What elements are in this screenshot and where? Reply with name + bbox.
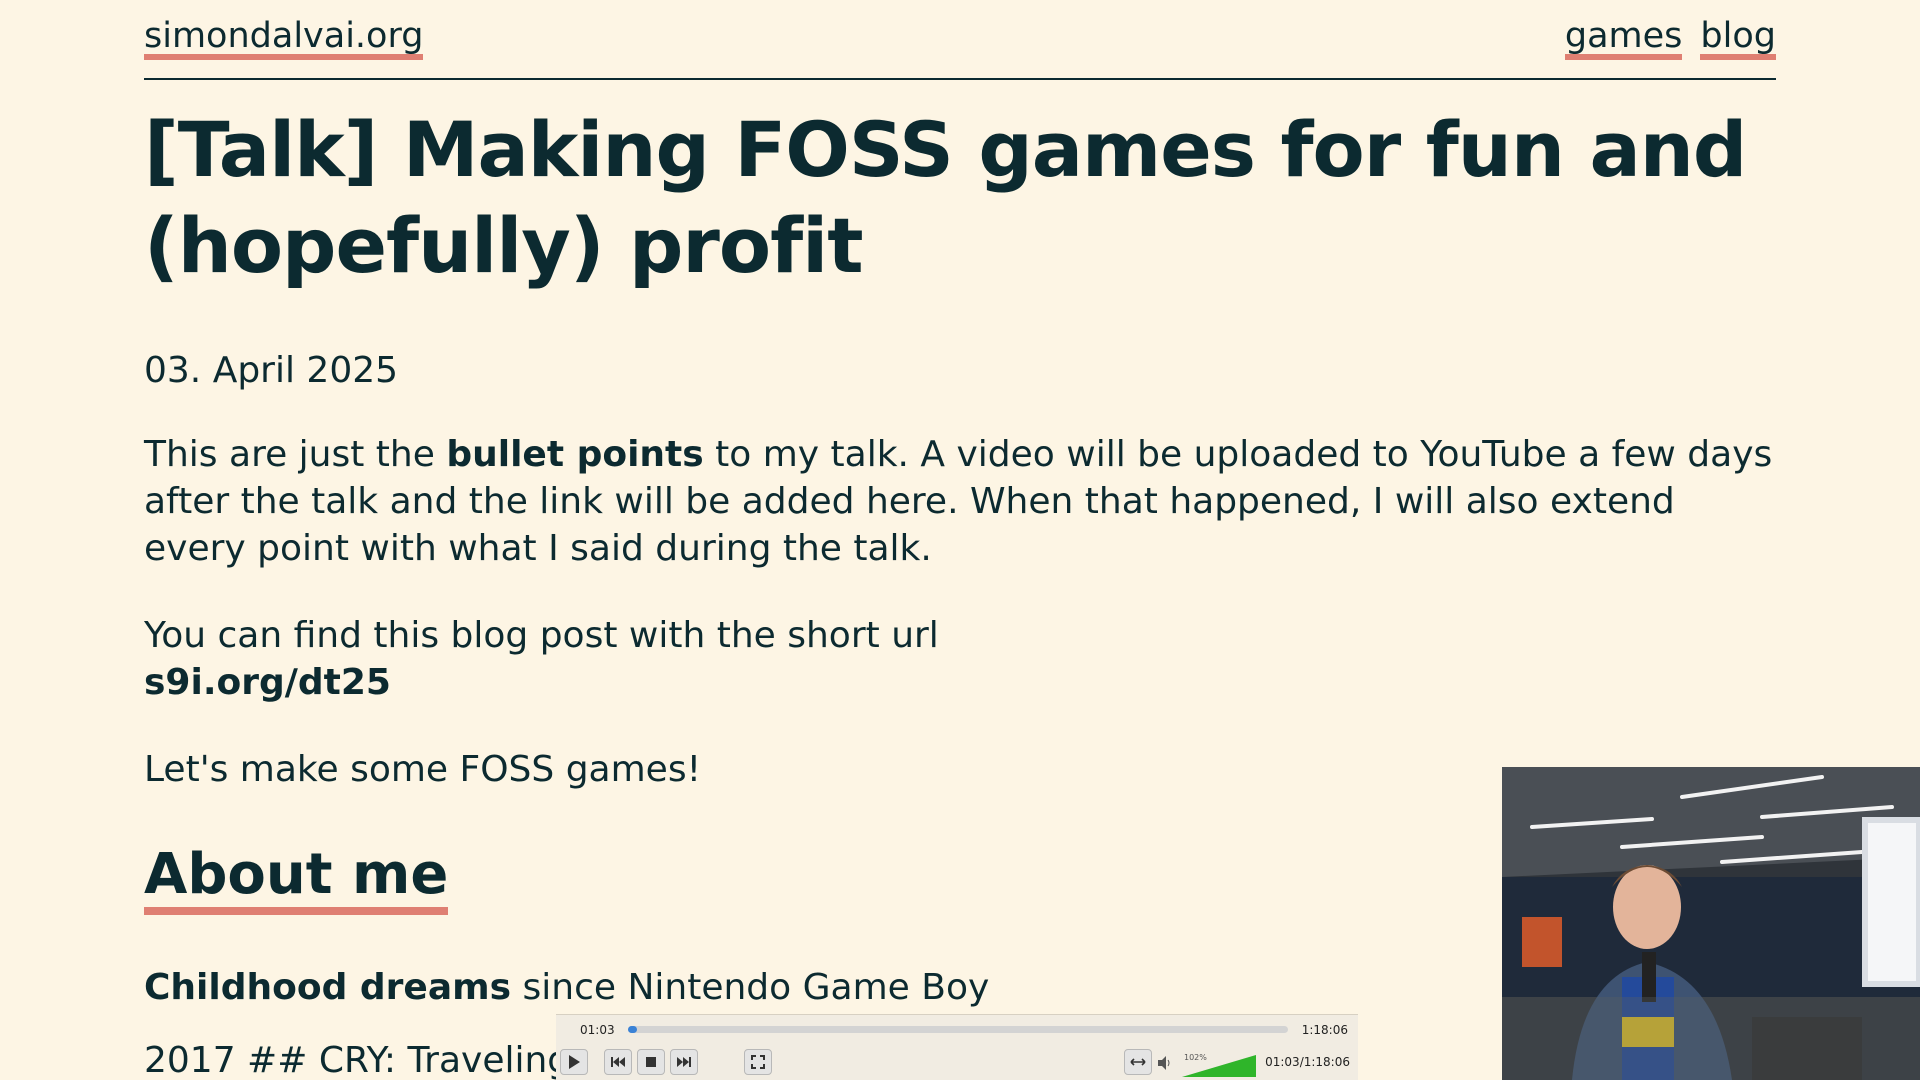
- previous-button[interactable]: [604, 1049, 632, 1075]
- stop-icon: [646, 1057, 656, 1067]
- play-button[interactable]: [560, 1049, 588, 1075]
- stop-button[interactable]: [637, 1049, 665, 1075]
- intro-paragraph: This are just the bullet points to my ta…: [144, 431, 1776, 572]
- time-readout: 01:03/1:18:06: [1265, 1055, 1350, 1069]
- skip-forward-icon: [677, 1057, 691, 1067]
- childhood-bold: Childhood dreams: [144, 967, 512, 1008]
- short-url-label: You can find this blog post with the sho…: [144, 615, 939, 656]
- current-time: 01:03: [580, 1023, 615, 1037]
- volume-slider[interactable]: [1182, 1055, 1256, 1077]
- stretch-icon: [1130, 1058, 1146, 1066]
- about-me-heading[interactable]: About me: [144, 843, 449, 915]
- site-home-link[interactable]: simondalvai.org: [144, 19, 424, 60]
- site-nav: games blog: [1564, 19, 1776, 60]
- aspect-ratio-button[interactable]: [1124, 1049, 1152, 1075]
- skip-back-icon: [611, 1057, 625, 1067]
- video-player-controls: 01:03 1:18:06 102% 01:03/1:18:06: [556, 1014, 1358, 1080]
- seek-bar[interactable]: [628, 1026, 1288, 1033]
- nav-blog-link[interactable]: blog: [1700, 19, 1776, 60]
- speaker-icon[interactable]: [1156, 1055, 1174, 1075]
- next-button[interactable]: [670, 1049, 698, 1075]
- nav-games-link[interactable]: games: [1564, 19, 1683, 60]
- page-title: [Talk] Making FOSS games for fun and (ho…: [144, 105, 1747, 290]
- intro-text-start: This are just the: [144, 434, 447, 475]
- intro-bold-text: bullet points: [446, 434, 704, 475]
- post-date: 03. April 2025: [144, 350, 399, 391]
- short-url-link[interactable]: s9i.org/dt25: [144, 662, 391, 703]
- seek-progress: [628, 1026, 637, 1033]
- webcam-overlay: [1502, 767, 1920, 1080]
- site-header: simondalvai.org games blog: [144, 0, 1776, 80]
- fullscreen-button[interactable]: [744, 1049, 772, 1075]
- play-icon: [569, 1055, 580, 1069]
- fullscreen-icon: [751, 1055, 765, 1069]
- childhood-rest: since Nintendo Game Boy: [511, 967, 990, 1008]
- short-url-paragraph: You can find this blog post with the sho…: [144, 612, 1776, 706]
- total-time: 1:18:06: [1301, 1023, 1348, 1037]
- webcam-image: [1502, 767, 1920, 1080]
